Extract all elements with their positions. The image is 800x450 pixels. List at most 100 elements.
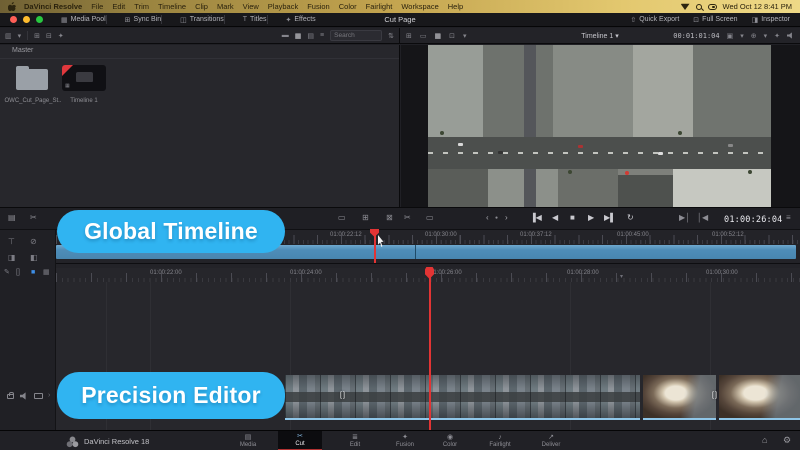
page-tab-edit[interactable]: ≣ Edit <box>333 431 377 450</box>
source-tape-icon[interactable]: ⊞ <box>406 32 412 40</box>
play-reverse-icon[interactable]: ◀ <box>552 214 558 222</box>
control-center-icon[interactable] <box>708 4 717 10</box>
transform-icon[interactable]: ⊕ <box>751 32 757 40</box>
viewer-video[interactable] <box>428 45 771 207</box>
page-tab-deliver[interactable]: ↗ Deliver <box>529 431 573 450</box>
video-enable-icon[interactable] <box>34 393 43 399</box>
jog-right-icon[interactable]: › <box>505 214 508 222</box>
project-settings-icon[interactable]: ⚙ <box>783 436 791 445</box>
step-forward-icon[interactable]: ▶│ <box>679 214 690 222</box>
page-tab-color[interactable]: ◉ Color <box>428 431 472 450</box>
effects-button[interactable]: ✦ Effects <box>286 16 316 24</box>
project-manager-icon[interactable]: ⌂ <box>762 436 767 445</box>
menu-app-name[interactable]: DaVinci Resolve <box>24 2 82 11</box>
go-to-end-icon[interactable]: ▶▌ <box>604 214 616 222</box>
quick-export-button[interactable]: ⇧ Quick Export <box>630 16 679 24</box>
precision-playhead[interactable] <box>429 268 431 430</box>
tool-closeup-icon[interactable]: ◧ <box>30 254 38 262</box>
timeline-options-menu-icon[interactable]: ≡ <box>786 214 791 222</box>
menu-item-clip[interactable]: Clip <box>195 2 208 11</box>
wifi-icon[interactable] <box>681 3 690 10</box>
page-tab-cut[interactable]: ✂ Cut <box>278 431 322 450</box>
razor-icon[interactable]: ✂ <box>404 214 411 222</box>
thumbnail-view-icon[interactable]: ▦ <box>295 32 302 40</box>
new-timeline-icon[interactable]: ⊟ <box>46 32 52 40</box>
page-tab-media[interactable]: ▤ Media <box>226 431 270 450</box>
snapshot-icon[interactable]: ▭ <box>426 214 434 222</box>
stop-icon[interactable]: ■ <box>570 214 575 222</box>
timeline-option-icon-3[interactable]: ⊠ <box>386 214 393 222</box>
menu-item-trim[interactable]: Trim <box>134 2 149 11</box>
loop-icon[interactable]: ↻ <box>627 214 634 222</box>
viewer-mode-icon[interactable]: ⊡ <box>449 32 455 40</box>
menu-item-fusion[interactable]: Fusion <box>307 2 330 11</box>
minimize-window-button[interactable] <box>23 16 30 23</box>
clip-coffee-2[interactable] <box>719 375 800 420</box>
menu-item-workspace[interactable]: Workspace <box>401 2 438 11</box>
tool-ripple-icon[interactable]: ◨ <box>8 254 16 262</box>
timeline-view-icon[interactable]: ▦ <box>435 32 442 40</box>
page-tab-fusion[interactable]: ✦ Fusion <box>383 431 427 450</box>
timeline-option-icon-1[interactable]: ▭ <box>338 214 346 222</box>
sort-icon[interactable]: ⇅ <box>388 32 394 40</box>
jog-left-icon[interactable]: ‹ <box>486 214 489 222</box>
new-bin-icon[interactable]: ⊞ <box>34 32 40 40</box>
media-pool-button[interactable]: ▦ Media Pool <box>61 16 106 24</box>
list-view-icon[interactable]: ▤ <box>307 32 314 40</box>
menu-item-timeline[interactable]: Timeline <box>158 2 186 11</box>
dual-timeline-icon[interactable]: ▤ <box>8 214 16 222</box>
clip-coffee-1[interactable] <box>643 375 716 420</box>
transitions-button[interactable]: ◫ Transitions <box>180 16 224 24</box>
close-window-button[interactable] <box>10 16 17 23</box>
menu-item-color[interactable]: Color <box>339 2 357 11</box>
timeline-thumbnail[interactable]: ▦ <box>62 65 106 91</box>
timeline-item-label[interactable]: Timeline 1 <box>62 98 106 104</box>
cut-point-icon[interactable]: [] <box>340 392 346 399</box>
menu-clock[interactable]: Wed Oct 12 8:41 PM <box>723 2 792 11</box>
split-clips-icon[interactable]: ✂ <box>30 214 37 222</box>
strip-view-icon[interactable]: ▬ <box>282 32 289 39</box>
snapping-toggle-icon[interactable]: ■ <box>31 269 35 276</box>
jog-dot-icon[interactable]: ● <box>495 216 498 221</box>
tool-insert-icon[interactable]: ⊤ <box>8 238 15 246</box>
audio-speaker-icon[interactable] <box>787 32 794 39</box>
import-chevron-icon[interactable]: ▾ <box>18 32 22 40</box>
search-input[interactable] <box>330 30 382 41</box>
menu-item-view[interactable]: View <box>243 2 259 11</box>
in-out-range-icon[interactable]: [] <box>16 269 20 276</box>
page-tab-fairlight[interactable]: ♪ Fairlight <box>478 431 522 450</box>
metadata-view-icon[interactable]: ≡ <box>320 32 324 39</box>
menu-item-file[interactable]: File <box>91 2 103 11</box>
inspector-button[interactable]: ◨ Inspector <box>752 16 790 24</box>
audio-enable-icon[interactable] <box>20 392 28 400</box>
curve-tool-icon[interactable]: ✎ <box>4 269 10 276</box>
import-media-icon[interactable]: ▥ <box>5 32 12 40</box>
sync-bin-button[interactable]: ⊞ Sync Bin <box>125 16 162 24</box>
full-screen-button[interactable]: ⊡ Full Screen <box>693 16 737 24</box>
apple-logo-icon[interactable] <box>8 2 16 11</box>
menu-item-playback[interactable]: Playback <box>268 2 298 11</box>
menu-item-help[interactable]: Help <box>448 2 463 11</box>
transform-chevron-icon[interactable]: ▾ <box>764 32 768 40</box>
cut-point-icon[interactable]: [] <box>712 392 718 399</box>
play-icon[interactable]: ▶ <box>588 214 594 222</box>
media-bin-folder[interactable] <box>16 69 48 90</box>
camera-icon[interactable]: ▣ <box>727 32 734 40</box>
filmstrip-view-icon[interactable]: ▦ <box>43 269 50 276</box>
viewer-mode-chevron-icon[interactable]: ▾ <box>463 32 467 40</box>
tool-overwrite-icon[interactable]: ⊘ <box>30 238 37 246</box>
menu-item-edit[interactable]: Edit <box>112 2 125 11</box>
global-playhead[interactable] <box>374 230 376 263</box>
spotlight-search-icon[interactable] <box>696 4 702 10</box>
titles-button[interactable]: T Titles <box>243 16 267 23</box>
track-chevron-icon[interactable]: › <box>48 392 50 399</box>
camera-chevron-icon[interactable]: ▾ <box>740 32 744 40</box>
smart-bin-icon[interactable]: ✦ <box>58 32 64 40</box>
bin-breadcrumb[interactable]: Master <box>12 47 33 54</box>
menu-item-mark[interactable]: Mark <box>217 2 234 11</box>
zoom-window-button[interactable] <box>36 16 43 23</box>
step-back-icon[interactable]: │◀ <box>697 214 708 222</box>
timeline-option-icon-2[interactable]: ⊞ <box>362 214 369 222</box>
clip-city-aerial[interactable] <box>285 375 640 420</box>
go-to-start-icon[interactable]: ▐◀ <box>530 214 542 222</box>
